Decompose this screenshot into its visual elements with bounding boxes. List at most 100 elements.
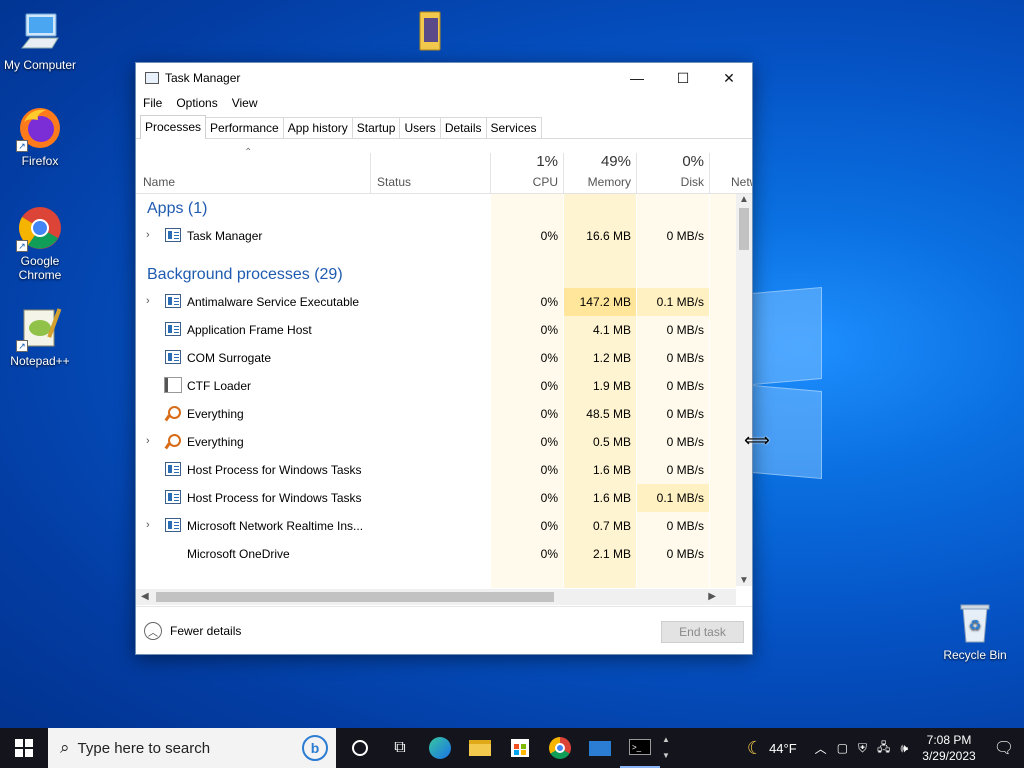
expand-chevron-icon[interactable]: › bbox=[146, 519, 150, 531]
cortana-button[interactable] bbox=[340, 728, 380, 768]
security-icon[interactable]: ⛨ bbox=[858, 741, 867, 756]
expand-chevron-icon[interactable]: › bbox=[146, 229, 150, 241]
column-header-network[interactable]: Netw bbox=[710, 143, 752, 193]
process-disk: 0 MB/s bbox=[666, 407, 704, 421]
edge-button[interactable] bbox=[420, 728, 460, 768]
process-disk: 0 MB/s bbox=[666, 547, 704, 561]
firefox-icon: ↗ bbox=[16, 104, 64, 152]
memory-percent: 49% bbox=[600, 153, 631, 170]
tab-app-history[interactable]: App history bbox=[282, 117, 353, 138]
process-cpu: 0% bbox=[540, 323, 558, 337]
disk-percent: 0% bbox=[682, 153, 704, 170]
minimize-button[interactable]: — bbox=[614, 63, 660, 93]
title-bar[interactable]: Task Manager — ☐ ✕ bbox=[136, 63, 752, 93]
clock[interactable]: 7:08 PM 3/29/2023 bbox=[914, 732, 984, 764]
column-header-name[interactable]: ⌃ Name bbox=[136, 143, 370, 193]
desktop-icon-folder[interactable] bbox=[390, 8, 470, 58]
notifications-icon[interactable]: 🗨 bbox=[984, 738, 1024, 758]
process-name: Microsoft OneDrive bbox=[187, 547, 290, 561]
process-row[interactable]: Host Process for Windows Tasks 0% 1.6 MB 0 … bbox=[136, 456, 736, 484]
task-manager-icon bbox=[145, 72, 159, 84]
process-memory: 1.6 MB bbox=[592, 491, 631, 505]
process-row[interactable]: › Antimalware Service Executable 0% 147.2 M… bbox=[136, 288, 736, 316]
process-row[interactable]: › Everything 0% 0.5 MB 0 MB/s bbox=[136, 428, 736, 456]
scroll-down-arrow[interactable]: ▼ bbox=[739, 575, 749, 586]
tab-performance[interactable]: Performance bbox=[205, 117, 284, 138]
weather-moon-icon[interactable]: ☾ bbox=[747, 738, 763, 759]
task-view-icon: ⧉ bbox=[394, 739, 406, 756]
desktop-icon-notepadpp[interactable]: ↗ Notepad++ bbox=[0, 304, 80, 368]
horizontal-scrollbar[interactable]: ◀ ▶ bbox=[136, 589, 736, 605]
store-button[interactable] bbox=[500, 728, 540, 768]
file-explorer-button[interactable] bbox=[460, 728, 500, 768]
tab-strip: Processes Performance App history Startu… bbox=[136, 113, 752, 139]
column-header-status[interactable]: Status bbox=[371, 143, 491, 193]
tab-users[interactable]: Users bbox=[399, 117, 441, 138]
process-row[interactable]: Application Frame Host 0% 4.1 MB 0 MB/s bbox=[136, 316, 736, 344]
tray-app-icon[interactable]: ▢ bbox=[837, 741, 848, 755]
vertical-scrollbar[interactable]: ▲ ▼ bbox=[736, 194, 752, 586]
process-memory: 1.6 MB bbox=[592, 463, 631, 477]
footer-bar: ︿ Fewer details End task bbox=[136, 606, 752, 654]
tab-services[interactable]: Services bbox=[485, 117, 542, 138]
column-header-disk[interactable]: 0% Disk bbox=[637, 143, 710, 193]
fewer-details-button[interactable]: ︿ Fewer details bbox=[144, 622, 241, 640]
expand-chevron-icon[interactable]: › bbox=[146, 295, 150, 307]
process-row[interactable]: CTF Loader 0% 1.9 MB 0 MB/s bbox=[136, 372, 736, 400]
scroll-left-arrow[interactable]: ◀ bbox=[141, 591, 149, 602]
tab-startup[interactable]: Startup bbox=[351, 117, 401, 138]
process-name: Antimalware Service Executable bbox=[187, 295, 360, 309]
column-header-cpu[interactable]: 1% CPU bbox=[491, 143, 564, 193]
process-row[interactable]: Everything 0% 48.5 MB 0 MB/s bbox=[136, 400, 736, 428]
expand-chevron-icon[interactable]: › bbox=[146, 435, 150, 447]
scroll-right-arrow[interactable]: ▶ bbox=[708, 591, 716, 602]
desktop-icon-google-chrome[interactable]: ↗ Google Chrome bbox=[0, 204, 80, 282]
task-view-button[interactable]: ⧉ bbox=[380, 728, 420, 768]
process-memory: 1.9 MB bbox=[592, 379, 631, 393]
column-header-memory[interactable]: 49% Memory bbox=[564, 143, 637, 193]
close-button[interactable]: ✕ bbox=[706, 63, 752, 93]
process-icon bbox=[165, 350, 181, 364]
clock-date: 3/29/2023 bbox=[922, 749, 976, 763]
tab-details[interactable]: Details bbox=[439, 117, 487, 138]
network-icon[interactable]: 🖧 bbox=[877, 738, 890, 759]
weather-temperature[interactable]: 44°F bbox=[769, 741, 797, 756]
menu-options[interactable]: Options bbox=[176, 96, 217, 110]
table-header: ⌃ Name Status 1% CPU 49% Memory 0% Disk bbox=[136, 143, 752, 194]
process-name: Microsoft Network Realtime Ins... bbox=[187, 519, 364, 533]
desktop-icon-firefox[interactable]: ↗ Firefox bbox=[0, 104, 80, 168]
chrome-taskbar-button[interactable] bbox=[540, 728, 580, 768]
process-row[interactable]: Microsoft OneDrive 0% 2.1 MB 0 MB/s bbox=[136, 540, 736, 568]
process-memory: 0.5 MB bbox=[592, 435, 631, 449]
menu-file[interactable]: File bbox=[143, 96, 162, 110]
tray-overflow-icon[interactable]: ︿ bbox=[815, 740, 827, 757]
terminal-button[interactable]: >_ bbox=[620, 728, 660, 768]
menu-view[interactable]: View bbox=[232, 96, 258, 110]
tab-processes[interactable]: Processes bbox=[140, 115, 207, 139]
taskbar-search-box[interactable]: ⌕ Type here to search b bbox=[48, 728, 336, 768]
desktop-icon-my-computer[interactable]: My Computer bbox=[0, 8, 80, 72]
start-button[interactable] bbox=[0, 728, 48, 768]
everything-icon bbox=[165, 434, 181, 448]
end-task-button[interactable]: End task bbox=[661, 621, 744, 643]
process-table: ⌃ Name Status 1% CPU 49% Memory 0% Disk bbox=[136, 143, 752, 589]
maximize-button[interactable]: ☐ bbox=[660, 63, 706, 93]
process-row[interactable]: › Microsoft Network Realtime Ins... 0% 0.7 … bbox=[136, 512, 736, 540]
process-disk: 0.1 MB/s bbox=[656, 491, 704, 505]
volume-icon[interactable]: 🕪 bbox=[900, 741, 908, 756]
wallpaper-windows-logo bbox=[752, 286, 824, 480]
task-manager-icon bbox=[165, 228, 181, 242]
process-cpu: 0% bbox=[540, 351, 558, 365]
desktop-icon-recycle-bin[interactable]: ♻ Recycle Bin bbox=[935, 598, 1015, 662]
chevron-up-icon: ︿ bbox=[144, 622, 162, 640]
mail-button[interactable] bbox=[580, 728, 620, 768]
taskbar-scroll[interactable]: ▲ ▼ bbox=[660, 732, 672, 764]
process-row[interactable]: › Task Manager 0% 16.6 MB 0 MB/s bbox=[136, 222, 736, 250]
search-placeholder: Type here to search bbox=[77, 739, 211, 757]
horizontal-scroll-thumb[interactable] bbox=[156, 592, 554, 602]
scroll-up-arrow[interactable]: ▲ bbox=[739, 194, 749, 205]
process-row[interactable]: COM Surrogate 0% 1.2 MB 0 MB/s bbox=[136, 344, 736, 372]
process-disk: 0.1 MB/s bbox=[656, 295, 704, 309]
vertical-scroll-thumb[interactable] bbox=[739, 208, 749, 250]
process-row[interactable]: Host Process for Windows Tasks 0% 1.6 MB 0.… bbox=[136, 484, 736, 512]
